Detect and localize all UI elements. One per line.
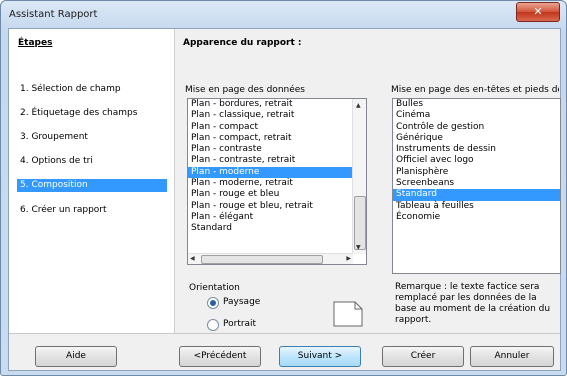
data-layout-hscrollbar[interactable]: ◀ ▶ (188, 253, 353, 264)
data-layout-item[interactable]: Plan - classique, retrait (188, 110, 366, 121)
step-grouping[interactable]: 3. Groupement (17, 131, 167, 144)
create-button[interactable]: Créer (382, 346, 464, 367)
orientation-label: Orientation (189, 283, 240, 293)
data-layout-items: Plan - bordures, retrait Plan - classique… (188, 99, 366, 235)
layout-main-panel: Apparence du rapport : Mise en page des … (175, 29, 561, 333)
next-button[interactable]: Suivant > (279, 346, 361, 367)
data-layout-item[interactable]: Plan - rouge et bleu (188, 189, 366, 200)
scroll-down-icon[interactable]: ▼ (356, 244, 361, 251)
header-layout-item[interactable]: Tableau à feuilles (393, 201, 560, 212)
hscroll-thumb[interactable] (201, 255, 323, 264)
data-layout-item[interactable]: Plan - contraste (188, 144, 366, 155)
portrait-radio[interactable] (207, 319, 219, 331)
header-layout-label: Mise en page des en-têtes et pieds de p (391, 85, 559, 95)
vscroll-thumb[interactable] (354, 196, 366, 250)
header-layout-item[interactable]: Screenbeans (393, 178, 560, 189)
step-field-labeling[interactable]: 2. Étiquetage des champs (17, 107, 167, 120)
data-layout-vscrollbar[interactable]: ▲ ▼ (352, 99, 366, 254)
landscape-radio[interactable] (207, 297, 219, 309)
data-layout-label: Mise en page des données (185, 85, 305, 95)
page-orientation-icon (333, 301, 363, 327)
step-field-selection[interactable]: 1. Sélection de champ (17, 83, 167, 96)
header-layout-item[interactable]: Planisphère (393, 167, 560, 178)
note-text: Remarque : le texte factice sera remplac… (395, 282, 551, 325)
portrait-label[interactable]: Portrait (223, 319, 256, 329)
scroll-left-icon[interactable]: ◀ (190, 255, 195, 262)
header-layout-item[interactable]: Cinéma (393, 110, 560, 121)
header-layout-item[interactable]: Générique (393, 133, 560, 144)
header-layout-item[interactable]: Instruments de dessin (393, 144, 560, 155)
step-create-report[interactable]: 6. Créer un rapport (17, 204, 167, 217)
page-title: Apparence du rapport : (183, 38, 302, 48)
previous-button[interactable]: <Précédent (179, 346, 261, 367)
close-icon: ✕ (533, 5, 543, 18)
data-layout-item[interactable]: Plan - élégant (188, 212, 366, 223)
data-layout-item[interactable]: Plan - bordures, retrait (188, 99, 366, 110)
close-button[interactable]: ✕ (516, 2, 560, 22)
dialog-client-area: Étapes 1. Sélection de champ 2. Étiqueta… (8, 28, 561, 371)
data-layout-item[interactable]: Plan - compact (188, 122, 366, 133)
header-layout-item[interactable]: Bulles (393, 99, 560, 110)
scroll-right-icon[interactable]: ▶ (346, 255, 351, 262)
cancel-button[interactable]: Annuler (470, 346, 554, 367)
data-layout-item[interactable]: Plan - rouge et bleu, retrait (188, 201, 366, 212)
button-separator (9, 333, 560, 334)
report-wizard-window: Assistant Rapport ✕ Étapes 1. Sélection … (0, 0, 567, 376)
data-layout-item[interactable]: Standard (188, 223, 366, 234)
data-layout-item[interactable]: Plan - contraste, retrait (188, 155, 366, 166)
header-layout-item[interactable]: Standard (393, 189, 560, 201)
header-layout-item[interactable]: Économie (393, 212, 560, 223)
step-layout[interactable]: 5. Composition (17, 179, 167, 192)
header-layout-item[interactable]: Contrôle de gestion (393, 122, 560, 133)
header-layout-items: Bulles Cinéma Contrôle de gestion Générique… (393, 99, 560, 223)
data-layout-item[interactable]: Plan - compact, retrait (188, 133, 366, 144)
header-layout-list[interactable]: Bulles Cinéma Contrôle de gestion Générique… (392, 98, 561, 274)
header-layout-item[interactable]: Officiel avec logo (393, 155, 560, 166)
window-title: Assistant Rapport (9, 9, 98, 20)
data-layout-list[interactable]: Plan - bordures, retrait Plan - classique… (187, 98, 367, 265)
steps-panel: Étapes 1. Sélection de champ 2. Étiqueta… (9, 29, 175, 333)
help-button[interactable]: Aide (35, 346, 117, 367)
data-layout-item[interactable]: Plan - moderne (188, 166, 366, 179)
data-layout-item[interactable]: Plan - moderne, retrait (188, 178, 366, 189)
steps-title: Étapes (18, 38, 53, 48)
step-sort-options[interactable]: 4. Options de tri (17, 155, 167, 168)
landscape-label[interactable]: Paysage (223, 297, 260, 307)
title-bar[interactable]: Assistant Rapport ✕ (1, 1, 566, 28)
scroll-up-icon[interactable]: ▲ (356, 102, 361, 109)
